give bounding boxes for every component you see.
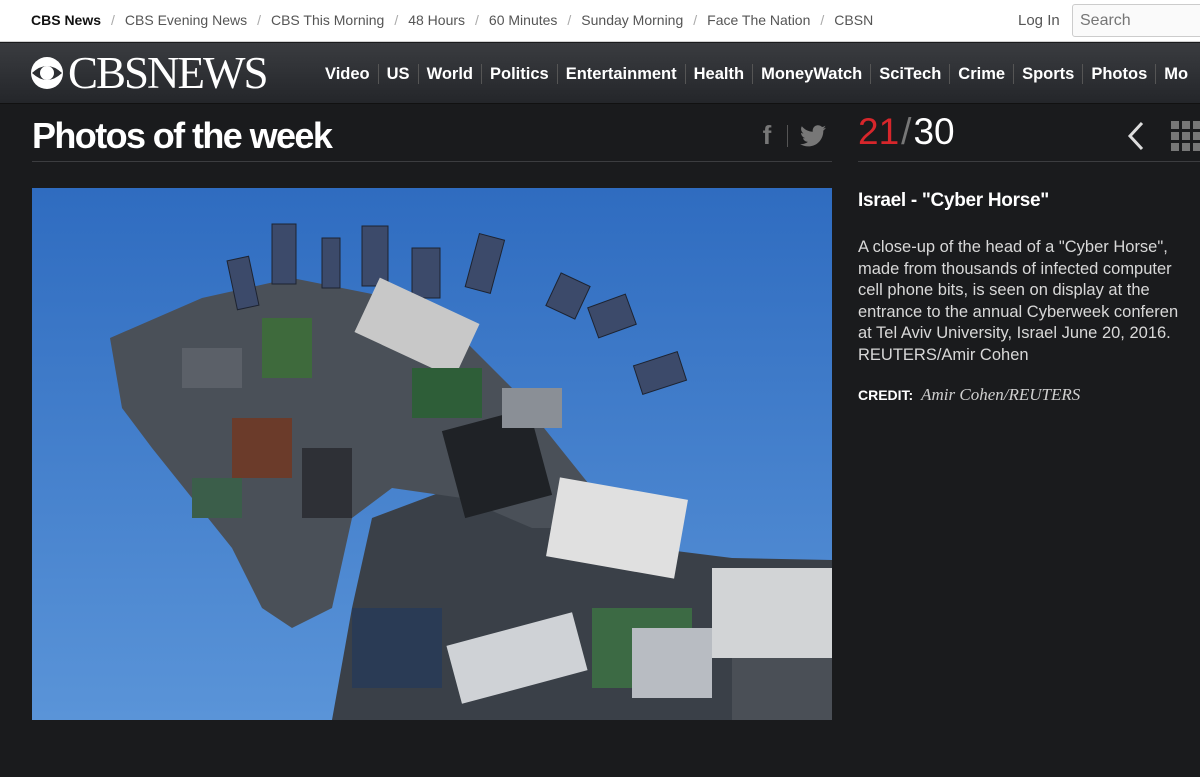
nav-photos[interactable]: Photos bbox=[1082, 63, 1155, 84]
cbs-news-logo[interactable]: CBSNEWS bbox=[30, 48, 269, 98]
link-sunday-morning[interactable]: Sunday Morning bbox=[581, 12, 683, 28]
separator: / bbox=[111, 12, 115, 28]
logo-text: CBSNEWS bbox=[68, 48, 269, 98]
gallery-title: Photos of the week bbox=[32, 115, 333, 156]
nav-moneywatch[interactable]: MoneyWatch bbox=[752, 63, 870, 84]
link-face-the-nation[interactable]: Face The Nation bbox=[707, 12, 810, 28]
current-photo-number: 21 bbox=[858, 111, 900, 152]
separator: / bbox=[475, 12, 479, 28]
caption-title: Israel - "Cyber Horse" bbox=[858, 190, 1049, 211]
photo-credit: CREDIT: Amir Cohen/REUTERS bbox=[858, 385, 1080, 405]
gallery-header: Photos of the week f bbox=[32, 116, 832, 162]
share-buttons: f bbox=[759, 120, 826, 151]
cyber-horse-photo bbox=[32, 188, 832, 720]
link-48-hours[interactable]: 48 Hours bbox=[408, 12, 465, 28]
share-divider bbox=[787, 124, 788, 147]
link-cbsn[interactable]: CBSN bbox=[834, 12, 873, 28]
nav-us[interactable]: US bbox=[377, 63, 418, 84]
credit-label: CREDIT: bbox=[858, 387, 914, 403]
main-header: CBSNEWS Video US World Politics Entertai… bbox=[0, 43, 1200, 104]
login-link[interactable]: Log In bbox=[1018, 12, 1060, 29]
nav-crime[interactable]: Crime bbox=[949, 63, 1013, 84]
caption-line: at Tel Aviv University, Israel June 20, … bbox=[858, 324, 1171, 342]
caption-text: A close-up of the head of a "Cyber Horse… bbox=[858, 237, 1200, 367]
network-links: CBS News / CBS Evening News / CBS This M… bbox=[31, 12, 873, 28]
gallery-photo[interactable] bbox=[32, 188, 832, 720]
separator: / bbox=[257, 12, 261, 28]
twitter-icon[interactable] bbox=[800, 124, 826, 147]
caption-line: REUTERS/Amir Cohen bbox=[858, 345, 1029, 364]
separator: / bbox=[820, 12, 825, 28]
link-60-minutes[interactable]: 60 Minutes bbox=[489, 12, 557, 28]
cbs-eye-icon bbox=[31, 57, 63, 89]
nav-entertainment[interactable]: Entertainment bbox=[556, 63, 685, 84]
chevron-left-icon[interactable] bbox=[1122, 118, 1152, 154]
facebook-icon[interactable]: f bbox=[759, 120, 775, 151]
caption-line: entrance to the annual Cyberweek confere… bbox=[858, 302, 1179, 321]
separator: / bbox=[693, 12, 698, 28]
grid-icon[interactable] bbox=[1171, 121, 1200, 151]
caption-line: made from thousands of infected computer bbox=[858, 259, 1172, 278]
nav-politics[interactable]: Politics bbox=[481, 63, 557, 84]
separator: / bbox=[567, 12, 572, 28]
nav-health[interactable]: Health bbox=[684, 63, 752, 84]
link-cbs-this-morning[interactable]: CBS This Morning bbox=[271, 12, 384, 28]
link-cbs-news[interactable]: CBS News bbox=[31, 12, 101, 28]
credit-value: Amir Cohen/REUTERS bbox=[921, 385, 1081, 404]
total-photo-count: 30 bbox=[913, 111, 955, 152]
nav-scitech[interactable]: SciTech bbox=[870, 63, 949, 84]
caption-line: cell phone bits, is seen on display at t… bbox=[858, 281, 1150, 299]
caption-line: A close-up of the head of a "Cyber Horse… bbox=[858, 238, 1168, 256]
top-utility-bar: CBS News / CBS Evening News / CBS This M… bbox=[0, 0, 1200, 42]
nav-video[interactable]: Video bbox=[317, 64, 378, 84]
nav-more[interactable]: Mo bbox=[1155, 63, 1196, 84]
search-input[interactable] bbox=[1072, 4, 1200, 37]
counter-separator: / bbox=[901, 111, 912, 152]
separator: / bbox=[394, 12, 399, 28]
caption-divider bbox=[858, 161, 1200, 162]
main-nav: Video US World Politics Entertainment He… bbox=[317, 43, 1196, 104]
link-cbs-evening-news[interactable]: CBS Evening News bbox=[125, 12, 247, 28]
photo-counter: 21/30 bbox=[858, 110, 955, 154]
nav-world[interactable]: World bbox=[417, 63, 481, 84]
nav-sports[interactable]: Sports bbox=[1013, 63, 1082, 84]
